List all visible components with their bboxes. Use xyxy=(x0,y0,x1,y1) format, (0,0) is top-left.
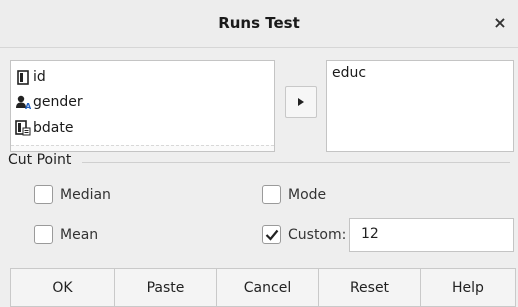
paste-button[interactable]: Paste xyxy=(114,268,216,307)
reset-button[interactable]: Reset xyxy=(318,268,420,307)
checkbox-box[interactable] xyxy=(262,185,281,204)
title-bar: Runs Test × xyxy=(0,0,518,48)
custom-checkbox[interactable]: Custom: xyxy=(262,225,346,244)
cancel-button[interactable]: Cancel xyxy=(216,268,318,307)
source-variable-label: bdate xyxy=(33,120,74,136)
median-checkbox[interactable]: Median xyxy=(34,185,111,204)
move-variable-button[interactable] xyxy=(285,86,317,118)
custom-value-input[interactable]: 12 xyxy=(349,218,514,252)
source-variable-label: gender xyxy=(33,94,83,110)
source-variable-label: id xyxy=(33,69,46,85)
dialog-title: Runs Test xyxy=(218,14,300,32)
nominal-variable-icon xyxy=(15,68,31,86)
test-variable-list[interactable]: educ xyxy=(326,60,514,152)
runs-test-dialog: Runs Test × id A gender bdate educ Cut P… xyxy=(0,0,518,307)
cut-point-divider xyxy=(82,162,510,163)
source-variable-id[interactable]: id xyxy=(15,66,46,88)
mean-label: Mean xyxy=(60,226,99,243)
close-button[interactable]: × xyxy=(490,13,510,33)
arrow-right-icon xyxy=(298,98,304,106)
source-variable-list[interactable]: id A gender bdate xyxy=(10,60,275,152)
gender-variable-icon: A xyxy=(15,93,31,111)
button-bar: OK Paste Cancel Reset Help xyxy=(10,268,516,307)
median-label: Median xyxy=(60,186,111,203)
date-variable-icon xyxy=(15,119,31,137)
source-variable-bdate[interactable]: bdate xyxy=(15,117,73,139)
cut-point-group-label: Cut Point xyxy=(8,152,75,168)
help-button[interactable]: Help xyxy=(420,268,516,307)
custom-label: Custom: xyxy=(288,226,347,243)
checkbox-box[interactable] xyxy=(262,225,281,244)
list-scroll-edge xyxy=(11,145,274,151)
mean-checkbox[interactable]: Mean xyxy=(34,225,98,244)
test-variable-educ[interactable]: educ xyxy=(332,65,366,81)
mode-label: Mode xyxy=(288,186,327,203)
ok-button[interactable]: OK xyxy=(10,268,114,307)
checkmark-icon xyxy=(265,229,278,241)
mode-checkbox[interactable]: Mode xyxy=(262,185,326,204)
checkbox-box[interactable] xyxy=(34,225,53,244)
checkbox-box[interactable] xyxy=(34,185,53,204)
svg-text:A: A xyxy=(25,102,31,110)
source-variable-gender[interactable]: A gender xyxy=(15,91,83,113)
